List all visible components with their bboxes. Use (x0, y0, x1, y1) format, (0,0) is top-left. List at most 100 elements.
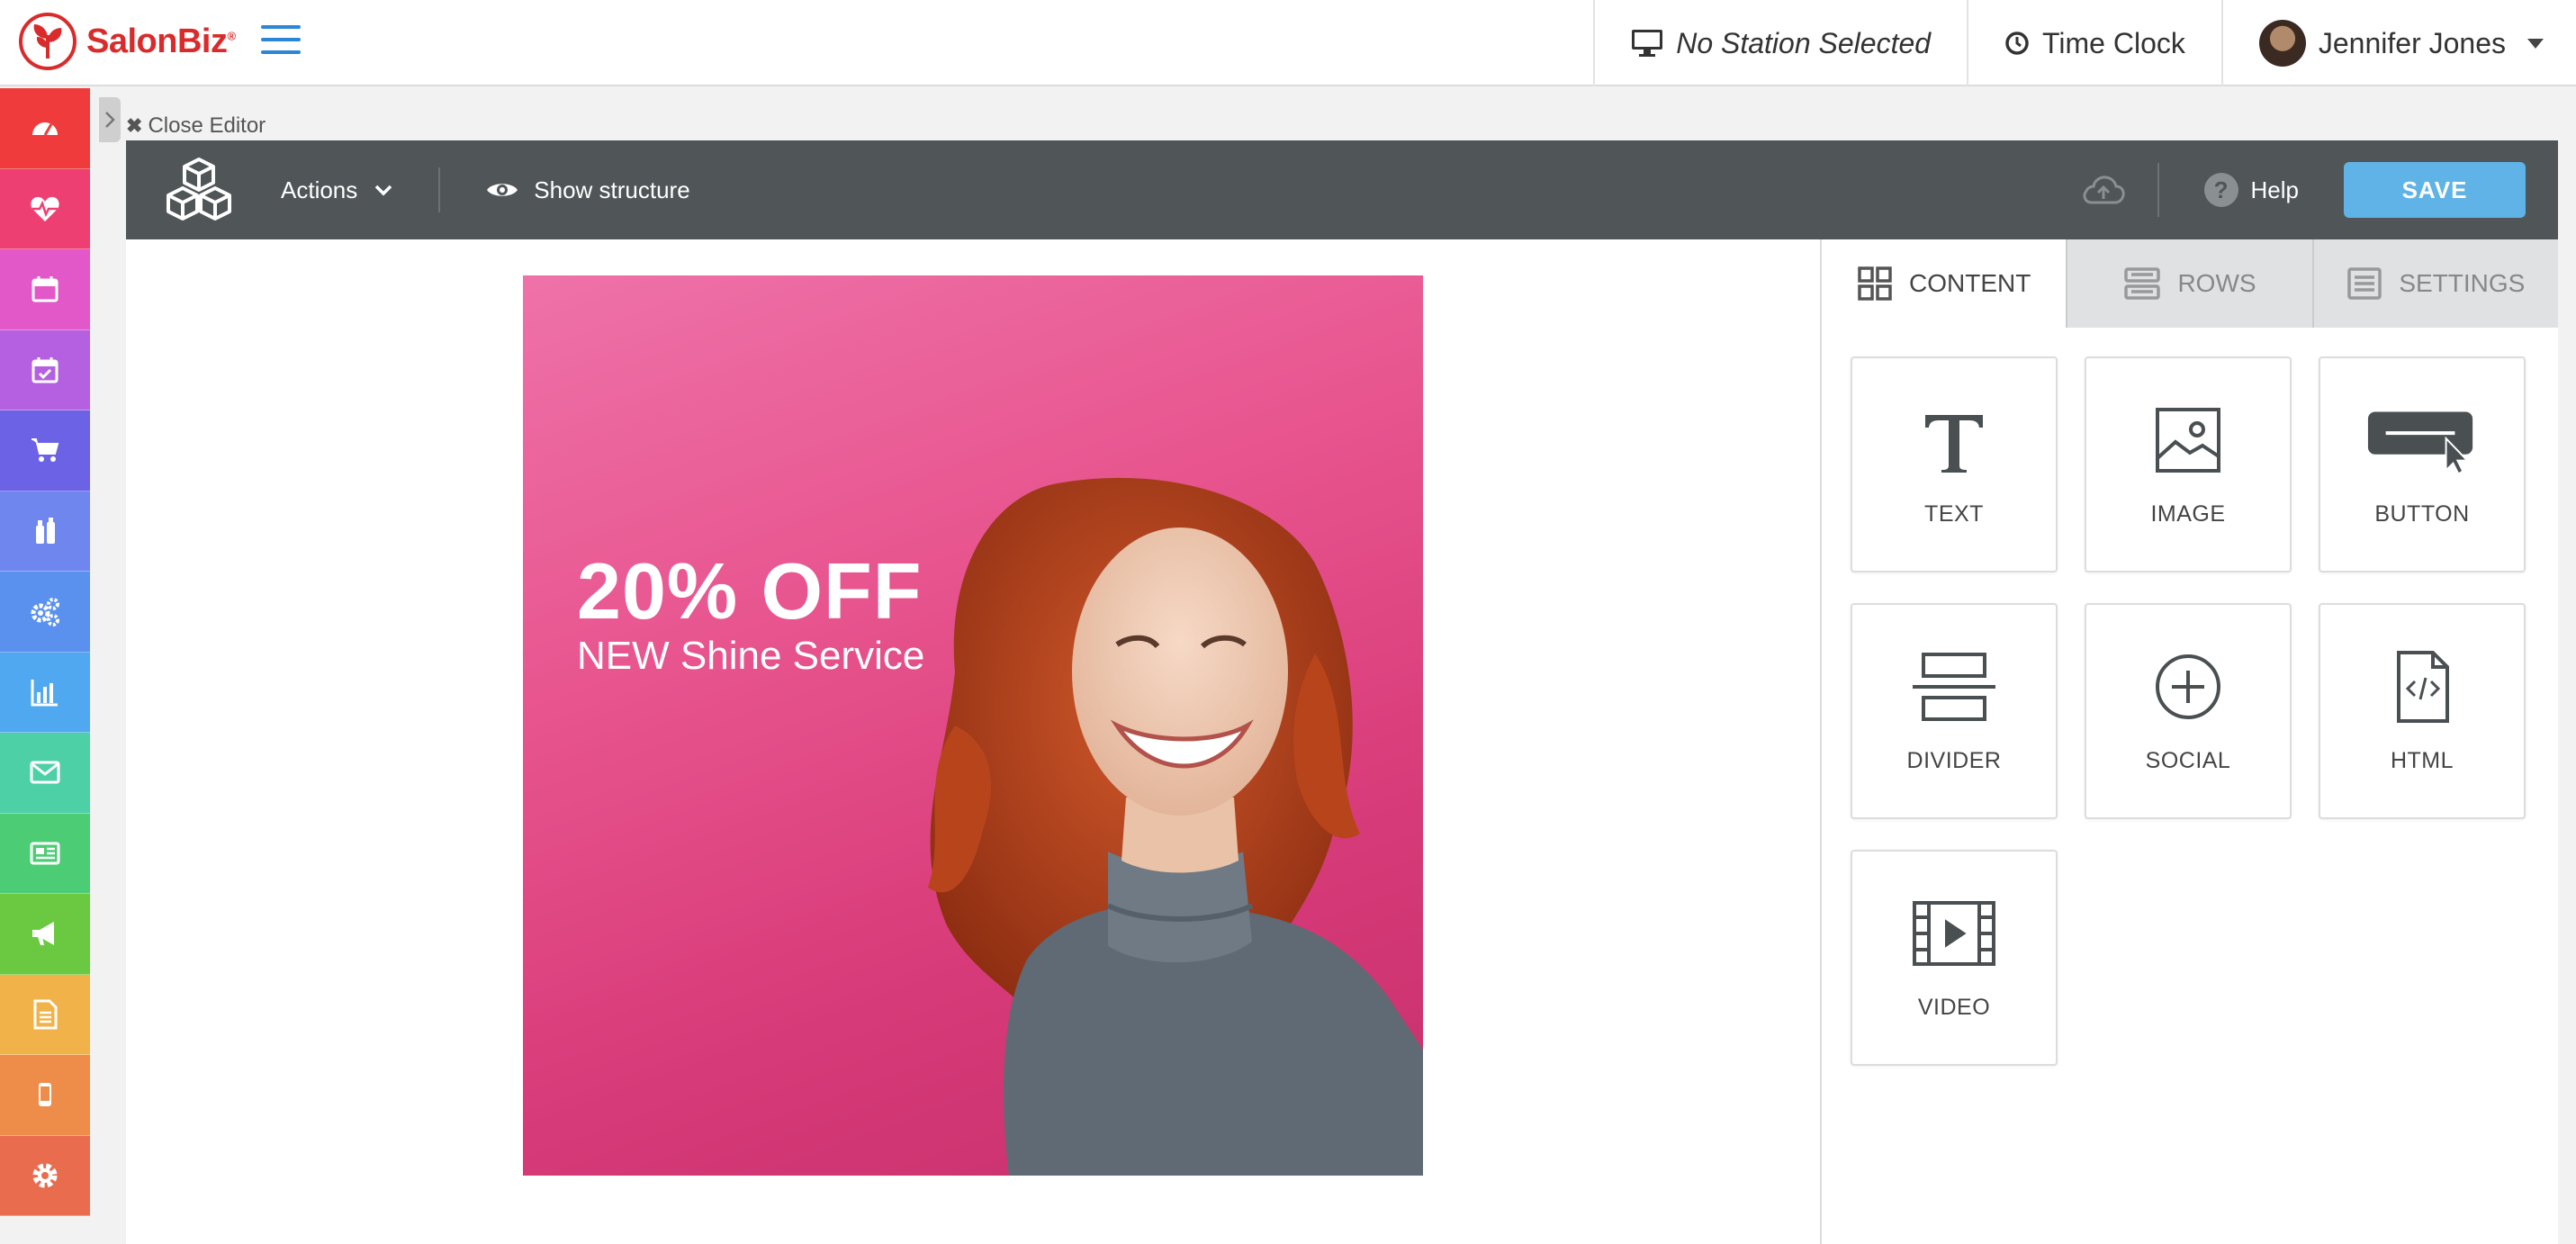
video-block-label: VIDEO (1917, 994, 1991, 1020)
sidebar-item-shop[interactable] (0, 410, 90, 491)
show-structure-toggle[interactable]: Show structure (485, 176, 690, 204)
actions-label: Actions (281, 176, 358, 203)
sidebar-item-health[interactable] (0, 168, 90, 249)
clock-icon (2005, 32, 2029, 55)
video-block-tile[interactable]: VIDEO (1851, 850, 2058, 1066)
actions-dropdown[interactable]: Actions (281, 176, 393, 204)
salonbiz-logo-icon (19, 13, 77, 70)
sidebar-item-newsletter[interactable] (0, 813, 90, 894)
button-block-tile[interactable]: BUTTON (2319, 356, 2526, 572)
sidebar-item-email[interactable] (0, 733, 90, 814)
rows-icon (2124, 267, 2161, 300)
chevron-right-icon (105, 112, 115, 128)
sidebar-item-dashboard[interactable] (0, 88, 90, 169)
top-header: SalonBiz® No Station Selected Time Clock… (0, 0, 2576, 86)
social-block-tile[interactable]: SOCIAL (2085, 603, 2292, 819)
banner-headline: 20% OFF (577, 546, 923, 636)
image-block-label: IMAGE (2150, 500, 2226, 527)
button-block-label: BUTTON (2374, 500, 2470, 527)
sidebar-item-reports[interactable] (0, 652, 90, 733)
show-structure-label: Show structure (534, 176, 690, 203)
user-menu[interactable]: Jennifer Jones (2220, 0, 2576, 86)
content-panel: CONTENT ROWS SETTINGS TEXT IMAGE BUTTON … (1820, 239, 2558, 1244)
station-selector[interactable]: No Station Selected (1593, 0, 1967, 86)
settings-list-icon (2347, 267, 2382, 300)
text-icon (1925, 414, 1983, 473)
user-name: Jennifer Jones (2318, 26, 2506, 59)
smiling-woman-photo (928, 477, 1423, 1176)
sidebar-expand-toggle[interactable] (99, 97, 121, 142)
bottles-icon (36, 517, 55, 544)
save-button[interactable]: SAVE (2344, 162, 2526, 218)
chevron-down-icon (375, 185, 392, 196)
divider-icon (1913, 652, 1995, 721)
trademark-mark: ® (227, 28, 236, 42)
newspaper-icon (30, 842, 60, 865)
bar-chart-icon (31, 679, 58, 707)
time-clock-label: Time Clock (2042, 26, 2185, 59)
salonbiz-logo[interactable]: SalonBiz® (18, 11, 236, 72)
html-block-label: HTML (2390, 747, 2454, 773)
close-icon: ✖ (126, 114, 143, 137)
sidebar-item-marketing[interactable] (0, 894, 90, 975)
avatar (2258, 20, 2306, 67)
cloud-upload-icon[interactable] (2076, 174, 2130, 206)
help-icon: ? (2203, 173, 2238, 207)
sidebar-item-settings-gears[interactable] (0, 572, 90, 653)
cog-icon (32, 1163, 58, 1188)
divider-block-tile[interactable]: DIVIDER (1851, 603, 2058, 819)
tab-content[interactable]: CONTENT (1822, 239, 2067, 328)
text-block-label: TEXT (1924, 500, 1984, 527)
calendar-icon (32, 276, 59, 302)
gears-icon (31, 598, 59, 627)
caret-down-icon (2527, 38, 2544, 49)
tab-settings-label: SETTINGS (2399, 269, 2526, 297)
editor-toolbar: Actions Show structure ? Help SAVE (126, 140, 2558, 239)
document-icon (33, 999, 58, 1030)
image-icon (2156, 407, 2220, 473)
megaphone-icon (32, 922, 54, 946)
calendar-check-icon (32, 356, 59, 383)
brand-name: SalonBiz (86, 22, 228, 60)
image-block-tile[interactable]: IMAGE (2085, 356, 2292, 572)
left-sidebar (0, 88, 90, 1244)
hamburger-menu-icon[interactable] (261, 23, 301, 56)
tab-content-label: CONTENT (1909, 269, 2031, 297)
cubes-logo-icon (158, 154, 239, 226)
promo-banner-image[interactable]: 20% OFF NEW Shine Service (523, 275, 1423, 1176)
grid-icon (1858, 266, 1892, 301)
time-clock-button[interactable]: Time Clock (1967, 0, 2221, 86)
sidebar-item-mobile[interactable] (0, 1055, 90, 1136)
divider-block-label: DIVIDER (1906, 747, 2002, 773)
dashboard-icon (32, 122, 58, 137)
sidebar-item-products[interactable] (0, 491, 90, 572)
text-block-tile[interactable]: TEXT (1851, 356, 2058, 572)
close-editor-label: Close Editor (148, 113, 266, 138)
tab-settings[interactable]: SETTINGS (2311, 239, 2558, 328)
envelope-icon (30, 761, 60, 784)
banner-subline: NEW Shine Service (577, 634, 925, 678)
sidebar-item-appointments[interactable] (0, 329, 90, 410)
sidebar-item-calendar[interactable] (0, 249, 90, 330)
content-blocks-grid: TEXT IMAGE BUTTON DIVIDER SOCIAL HTML VI… (1851, 356, 2526, 1066)
sidebar-item-documents[interactable] (0, 974, 90, 1055)
help-button[interactable]: ? Help (2157, 163, 2344, 217)
button-icon (2367, 410, 2473, 475)
help-label: Help (2250, 176, 2299, 203)
tab-rows[interactable]: ROWS (2066, 239, 2312, 328)
sidebar-item-admin[interactable] (0, 1135, 90, 1216)
email-canvas: 20% OFF NEW Shine Service (126, 239, 1820, 1244)
html-icon (2397, 650, 2449, 723)
video-icon (1913, 900, 1995, 966)
panel-tabs: CONTENT ROWS SETTINGS (1822, 239, 2558, 328)
heartbeat-icon (31, 196, 59, 221)
mobile-icon (39, 1083, 51, 1107)
station-label: No Station Selected (1676, 26, 1932, 59)
eye-icon (487, 184, 518, 196)
html-block-tile[interactable]: HTML (2319, 603, 2526, 819)
close-editor-link[interactable]: ✖ Close Editor (126, 113, 266, 139)
cart-icon (32, 438, 59, 463)
toolbar-divider (438, 167, 441, 212)
monitor-icon (1632, 30, 1663, 57)
social-icon (2156, 654, 2220, 719)
